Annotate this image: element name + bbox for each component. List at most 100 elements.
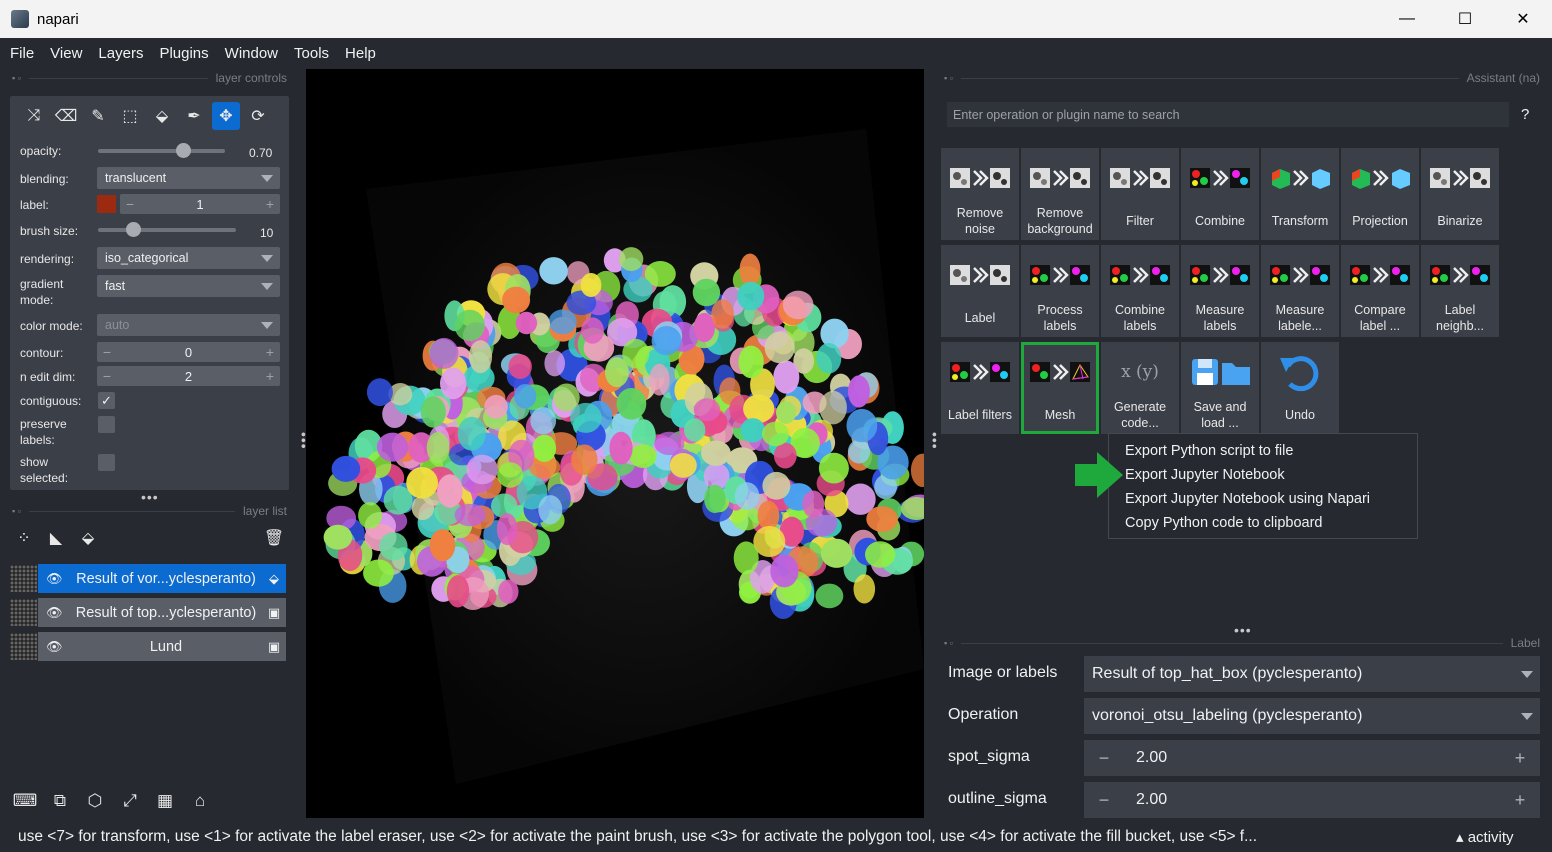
visibility-eye-icon[interactable]: 👁	[46, 605, 63, 621]
outline-sigma-decrement[interactable]: −	[1084, 790, 1124, 811]
blending-dropdown[interactable]: translucent	[97, 167, 280, 189]
right-dock-handle[interactable]: •••	[927, 432, 943, 450]
label-spinbox[interactable]: − 1 +	[120, 194, 280, 214]
tile-combine-labels[interactable]: Combine labels	[1101, 245, 1179, 337]
layer-name[interactable]: Result of vor...yclesperanto)	[70, 571, 262, 587]
roll-dims-icon[interactable]: ⬡	[80, 787, 110, 815]
new-points-layer-icon[interactable]: ⁘	[10, 524, 38, 552]
transform-icon[interactable]: ⟳	[244, 102, 272, 130]
dock-float-icon[interactable]: ▪ ▫	[944, 638, 953, 648]
menu-help[interactable]: Help	[345, 45, 376, 62]
image-or-labels-dropdown[interactable]: Result of top_hat_box (pyclesperanto)	[1084, 656, 1540, 692]
color-mode-dropdown[interactable]: auto	[97, 314, 280, 336]
menu-file[interactable]: File	[10, 45, 34, 62]
tile-label-neighbors[interactable]: Label neighb...	[1421, 245, 1499, 337]
tile-projection[interactable]: Projection	[1341, 148, 1419, 240]
preserve-labels-checkbox[interactable]	[98, 416, 115, 433]
tile-transform[interactable]: Transform	[1261, 148, 1339, 240]
label-value[interactable]: 1	[140, 197, 260, 212]
new-labels-layer-icon[interactable]: ⬙	[74, 524, 102, 552]
tile-binarize[interactable]: Binarize	[1421, 148, 1499, 240]
menu-plugins[interactable]: Plugins	[159, 45, 208, 62]
dock-float-icon[interactable]: ▪ ▫	[944, 73, 953, 83]
show-selected-checkbox[interactable]	[98, 454, 115, 471]
layer-name[interactable]: Result of top...yclesperanto)	[70, 605, 262, 621]
fill-bucket-icon[interactable]: ⬙	[148, 102, 176, 130]
label-decrement[interactable]: −	[120, 196, 140, 212]
n-edit-dim-increment[interactable]: +	[260, 368, 280, 384]
tile-label[interactable]: Label	[941, 245, 1019, 337]
menu-item-export-python-script[interactable]: Export Python script to file	[1125, 443, 1293, 459]
layer-item[interactable]: 👁 Lund ▣	[10, 632, 286, 661]
contour-value[interactable]: 0	[117, 345, 260, 360]
n-edit-dim-value[interactable]: 2	[117, 369, 260, 384]
close-button[interactable]: ✕	[1494, 0, 1552, 38]
menu-layers[interactable]: Layers	[98, 45, 143, 62]
menu-view[interactable]: View	[50, 45, 82, 62]
contiguous-checkbox[interactable]: ✓	[98, 392, 115, 409]
assistant-help-button[interactable]: ?	[1521, 106, 1529, 123]
grid-view-icon[interactable]: ▦	[150, 787, 180, 815]
menu-item-export-jupyter-napari[interactable]: Export Jupyter Notebook using Napari	[1125, 491, 1370, 507]
viewer-canvas[interactable]	[306, 69, 924, 818]
minimize-button[interactable]: —	[1378, 0, 1436, 38]
rendering-dropdown[interactable]: iso_categorical	[97, 247, 280, 269]
menu-item-export-jupyter-notebook[interactable]: Export Jupyter Notebook	[1125, 467, 1285, 483]
spot-sigma-spinbox[interactable]: − 2.00 +	[1084, 740, 1540, 776]
outline-sigma-value[interactable]: 2.00	[1124, 791, 1500, 809]
tile-remove-noise[interactable]: Remove noise	[941, 148, 1019, 240]
tile-measure-labeled[interactable]: Measure labele...	[1261, 245, 1339, 337]
polygon-icon[interactable]: ⬚	[116, 102, 144, 130]
gradient-mode-dropdown[interactable]: fast	[97, 275, 280, 297]
ndisplay-toggle-icon[interactable]: ⧉	[45, 787, 75, 815]
outline-sigma-spinbox[interactable]: − 2.00 +	[1084, 782, 1540, 818]
contour-spinbox[interactable]: − 0 +	[97, 342, 280, 362]
transpose-icon[interactable]: ⤢	[115, 787, 145, 815]
tile-mesh[interactable]: Mesh	[1021, 342, 1099, 434]
layer-item[interactable]: 👁 Result of vor...yclesperanto) ⬙	[10, 564, 286, 593]
operation-dropdown[interactable]: voronoi_otsu_labeling (pyclesperanto)	[1084, 698, 1540, 734]
tile-label-filters[interactable]: Label filters	[941, 342, 1019, 434]
delete-layer-icon[interactable]: 🗑	[260, 524, 288, 552]
opacity-slider[interactable]	[98, 143, 225, 158]
outline-sigma-increment[interactable]: +	[1500, 790, 1540, 811]
paint-brush-icon[interactable]: ✎	[84, 102, 112, 130]
tile-filter[interactable]: Filter	[1101, 148, 1179, 240]
tile-process-labels[interactable]: Process labels	[1021, 245, 1099, 337]
menu-tools[interactable]: Tools	[294, 45, 329, 62]
tile-undo[interactable]: Undo	[1261, 342, 1339, 434]
visibility-eye-icon[interactable]: 👁	[46, 571, 63, 587]
color-picker-icon[interactable]: ✒	[180, 102, 208, 130]
tile-measure-labels[interactable]: Measure labels	[1181, 245, 1259, 337]
contour-increment[interactable]: +	[260, 344, 280, 360]
eraser-icon[interactable]: ⌫	[52, 102, 80, 130]
activity-button[interactable]: ▴ activity	[1456, 828, 1514, 846]
console-icon[interactable]: ⌨	[10, 787, 40, 815]
tile-save-and-load[interactable]: Save and load ...	[1181, 342, 1259, 434]
new-shapes-layer-icon[interactable]: ◣	[42, 524, 70, 552]
tile-compare-label[interactable]: Compare label ...	[1341, 245, 1419, 337]
shuffle-colors-icon[interactable]: ⤨	[20, 102, 48, 130]
dock-float-icon[interactable]: ▪ ▫	[12, 506, 21, 516]
n-edit-dim-spinbox[interactable]: − 2 +	[97, 366, 280, 386]
home-icon[interactable]: ⌂	[185, 787, 215, 815]
spot-sigma-increment[interactable]: +	[1500, 748, 1540, 769]
tile-generate-code[interactable]: x (y) Generate code...	[1101, 342, 1179, 434]
menu-window[interactable]: Window	[225, 45, 278, 62]
menu-item-copy-python-code[interactable]: Copy Python code to clipboard	[1125, 515, 1323, 531]
brush-size-slider[interactable]	[98, 222, 236, 237]
layer-item[interactable]: 👁 Result of top...yclesperanto) ▣	[10, 598, 286, 627]
label-increment[interactable]: +	[260, 196, 280, 212]
tile-remove-background[interactable]: Remove background	[1021, 148, 1099, 240]
dock-float-icon[interactable]: ▪ ▫	[12, 73, 21, 83]
layer-name[interactable]: Lund	[70, 639, 262, 655]
layer-dock-splitter-handle[interactable]: •••	[141, 489, 159, 505]
visibility-eye-icon[interactable]: 👁	[46, 639, 63, 655]
contour-decrement[interactable]: −	[97, 344, 117, 360]
spot-sigma-value[interactable]: 2.00	[1124, 749, 1500, 767]
tile-combine[interactable]: Combine	[1181, 148, 1259, 240]
n-edit-dim-decrement[interactable]: −	[97, 368, 117, 384]
pan-zoom-icon[interactable]: ✥	[212, 102, 240, 130]
spot-sigma-decrement[interactable]: −	[1084, 748, 1124, 769]
assistant-search-input[interactable]: Enter operation or plugin name to search	[947, 102, 1509, 127]
